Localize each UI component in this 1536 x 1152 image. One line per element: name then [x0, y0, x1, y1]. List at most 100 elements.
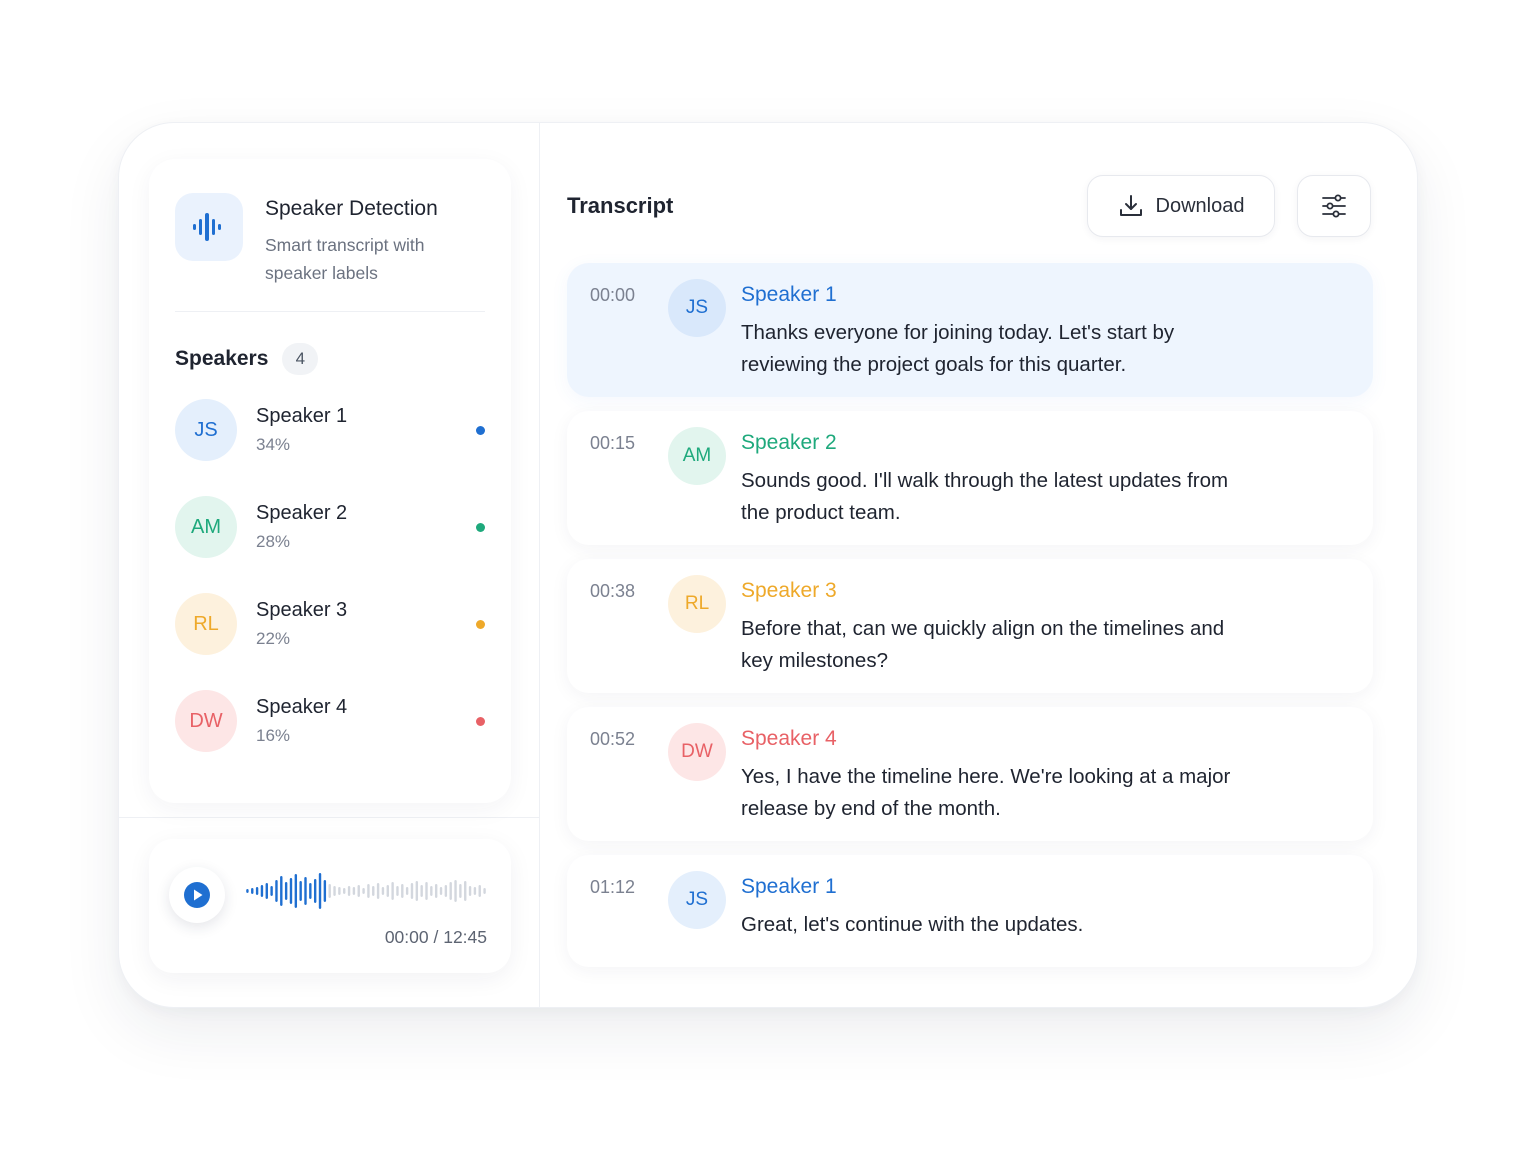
waveform-bar	[309, 883, 312, 899]
waveform-bar	[357, 885, 360, 897]
speaker-color-dot	[476, 426, 485, 435]
waveform-bar	[454, 880, 457, 902]
entry-text: Great, let's continue with the updates.	[741, 913, 1084, 936]
waveform-bar	[386, 885, 389, 897]
speaker-item-3[interactable]: RL Speaker 3 22%	[175, 593, 485, 690]
waveform-bar	[464, 881, 467, 901]
entry-text: Thanks everyone for joining today. Let's…	[741, 321, 1175, 376]
avatar: JS	[668, 871, 726, 929]
entry-text: Before that, can we quickly align on the…	[741, 617, 1225, 672]
entry-text: Yes, I have the timeline here. We're loo…	[741, 765, 1231, 820]
playback-time: 00:00 / 12:45	[384, 927, 487, 947]
speaker-percent: 28%	[256, 532, 291, 551]
transcript-entry[interactable]: 00:38 RL Speaker 3 Before that, can we q…	[567, 559, 1373, 693]
avatar: JS	[175, 399, 237, 461]
speaker-item-2[interactable]: AM Speaker 2 28%	[175, 496, 485, 593]
speaker-percent: 34%	[256, 435, 291, 454]
waveform-bar	[473, 887, 477, 895]
vertical-divider	[539, 123, 540, 1007]
play-icon	[184, 882, 210, 908]
waveform-bar	[410, 883, 414, 899]
waveform-bar	[352, 887, 356, 895]
waveform-bar	[260, 885, 264, 897]
play-button[interactable]	[169, 867, 225, 923]
waveform-bar	[323, 880, 327, 902]
waveform-bar	[396, 886, 399, 896]
app-title: Speaker Detection	[265, 197, 438, 220]
speaker-name: Speaker 4	[256, 696, 348, 718]
speaker-list: JS Speaker 1 34% AM Speaker 2 28% RL Spe…	[175, 399, 485, 787]
entry-timestamp: 01:12	[590, 877, 636, 897]
speakers-count-badge: 4	[282, 343, 319, 375]
waveform-bar	[367, 884, 370, 898]
entry-speaker-name: Speaker 3	[741, 579, 837, 602]
avatar: DW	[668, 723, 726, 781]
transcript-entry[interactable]: 01:12 JS Speaker 1 Great, let's continue…	[567, 855, 1373, 967]
sliders-icon	[1322, 194, 1346, 218]
speaker-name: Speaker 1	[256, 405, 348, 427]
waveform-bar	[318, 873, 322, 909]
avatar: JS	[668, 279, 726, 337]
download-button[interactable]: Download	[1087, 175, 1275, 237]
entry-text: Sounds good. I'll walk through the lates…	[741, 469, 1229, 524]
waveform-bar	[343, 888, 346, 894]
waveform-bar	[338, 887, 341, 895]
entry-speaker-name: Speaker 2	[741, 431, 837, 454]
waveform-bar	[289, 878, 293, 904]
waveform-bar	[439, 887, 443, 895]
speaker-detection-card: Speaker Detection Smart transcript with …	[118, 122, 1418, 1008]
waveform-bar	[246, 889, 249, 893]
waveform-bar	[299, 881, 302, 901]
speakers-heading-label: Speakers	[175, 347, 269, 370]
waveform-bar	[478, 885, 481, 897]
avatar: RL	[175, 593, 237, 655]
download-icon	[1119, 195, 1142, 216]
speakers-heading: Speakers 4	[175, 343, 319, 375]
waveform-bar	[372, 886, 375, 896]
waveform-bar	[347, 886, 351, 896]
waveform-bar	[430, 886, 433, 896]
waveform-bar	[449, 882, 452, 900]
waveform-bar	[376, 883, 380, 899]
transcript-entry[interactable]: 00:15 AM Speaker 2 Sounds good. I'll wal…	[567, 411, 1373, 545]
waveform-bar	[275, 880, 278, 902]
horizontal-divider	[119, 817, 539, 818]
speaker-percent: 22%	[256, 629, 291, 648]
transcript-entry[interactable]: 00:00 JS Speaker 1 Thanks everyone for j…	[567, 263, 1373, 397]
speakers-panel: Speaker Detection Smart transcript with …	[149, 159, 511, 803]
waveform-bar	[391, 882, 394, 900]
avatar: AM	[175, 496, 237, 558]
waveform-bar	[381, 887, 385, 895]
waveform-bar	[304, 877, 307, 905]
waveform-bar	[468, 886, 472, 896]
entry-timestamp: 00:00	[590, 285, 636, 305]
waveform-bar	[280, 876, 283, 906]
speaker-color-dot	[476, 717, 485, 726]
waveform-bar	[362, 888, 365, 894]
entry-speaker-name: Speaker 1	[741, 875, 837, 898]
speaker-item-4[interactable]: DW Speaker 4 16%	[175, 690, 485, 787]
waveform-bar	[401, 884, 404, 898]
waveform-bar	[255, 887, 259, 895]
waveform-bar	[459, 884, 462, 898]
speaker-percent: 16%	[256, 726, 291, 745]
waveform-bar	[270, 886, 273, 896]
speaker-name: Speaker 3	[256, 599, 348, 621]
waveform-bar	[444, 885, 448, 897]
waveform-bar	[333, 886, 336, 896]
waveform-bar	[483, 888, 486, 894]
avatar: DW	[175, 690, 237, 752]
entry-speaker-name: Speaker 4	[741, 727, 837, 750]
entry-timestamp: 00:38	[590, 581, 636, 601]
waveform-bar	[294, 874, 298, 908]
audio-waveform-scrubber[interactable]	[245, 869, 487, 913]
avatar: RL	[668, 575, 726, 633]
waveform-bar	[405, 887, 409, 895]
speaker-name: Speaker 2	[256, 502, 348, 524]
transcript-entry[interactable]: 00:52 DW Speaker 4 Yes, I have the timel…	[567, 707, 1373, 841]
entry-timestamp: 00:52	[590, 729, 636, 749]
speaker-item-1[interactable]: JS Speaker 1 34%	[175, 399, 485, 496]
speaker-color-dot	[476, 523, 485, 532]
settings-button[interactable]	[1297, 175, 1371, 237]
waveform-bar	[425, 882, 428, 900]
